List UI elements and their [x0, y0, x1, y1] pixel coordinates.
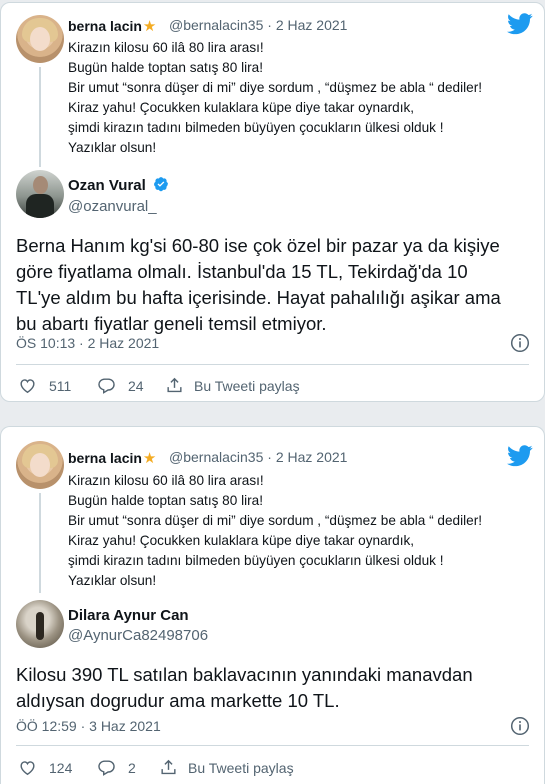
author-name-text[interactable]: Dilara Aynur Can [68, 607, 189, 624]
divider [16, 745, 529, 746]
quoted-author-name[interactable]: berna lacin★ [68, 17, 158, 35]
quoted-tweet-text: Kirazın kilosu 60 ilâ 80 lira arası! Bug… [68, 471, 482, 591]
share-icon [167, 377, 182, 393]
reply-author-name[interactable]: Ozan Vural [68, 176, 169, 194]
thread-line [39, 493, 41, 593]
share-label: Bu Tweeti paylaş [194, 377, 300, 394]
like-count: 124 [49, 759, 73, 776]
quoted-meta: @bernalacin35 · 2 Haz 2021 [169, 449, 347, 465]
avatar[interactable] [16, 600, 64, 648]
quoted-author-name[interactable]: berna lacin★ [68, 449, 158, 467]
reply-author-name[interactable]: Dilara Aynur Can [68, 607, 189, 624]
like-count: 511 [49, 377, 72, 394]
heart-icon [20, 379, 35, 394]
reply-tweet-text: Kilosu 390 TL satılan baklavacının yanın… [16, 662, 473, 714]
text-line: bu abartı fiyatlar geneli temsil etmiyor… [16, 313, 327, 334]
text-line: Bir umut “sonra düşer di mi” diye sordum… [68, 80, 483, 95]
like-button[interactable]: 124 [18, 758, 72, 777]
quoted-date[interactable]: 2 Haz 2021 [276, 449, 348, 465]
text-line: şimdi kirazın tadını bilmeden büyüyen ço… [68, 120, 444, 135]
reply-bubble-icon [98, 760, 115, 776]
author-name-text[interactable]: berna lacin [68, 450, 142, 466]
twitter-logo-icon[interactable] [507, 13, 533, 35]
quoted-handle[interactable]: @bernalacin35 [169, 17, 263, 33]
info-icon[interactable] [510, 716, 530, 736]
reply-button[interactable]: 2 [97, 758, 136, 777]
verified-badge-icon [154, 177, 168, 192]
quoted-meta: @bernalacin35 · 2 Haz 2021 [169, 17, 347, 33]
text-line: aldıysan dogrudur ama markette 10 TL. [16, 690, 340, 711]
reply-count: 24 [128, 377, 144, 394]
twitter-logo-icon[interactable] [507, 445, 533, 467]
reply-tweet-text: Berna Hanım kg'si 60-80 ise çok özel bir… [16, 233, 501, 337]
like-button[interactable]: 511 [18, 376, 71, 395]
star-badge-icon: ★ [142, 18, 157, 35]
text-line: Kiraz yahu! Çocukken kulaklara küpe diye… [68, 100, 415, 115]
text-line: Kilosu 390 TL satılan baklavacının yanın… [16, 664, 473, 685]
share-button[interactable]: Bu Tweeti paylaş [165, 376, 300, 395]
text-line: göre fiyatlama olmalı. İstanbul'da 15 TL… [16, 261, 468, 282]
thread-line [39, 67, 41, 167]
reply-button[interactable]: 24 [97, 376, 144, 395]
text-line: Kirazın kilosu 60 ilâ 80 lira arası! [68, 40, 264, 55]
quoted-date[interactable]: 2 Haz 2021 [276, 17, 348, 33]
reply-handle[interactable]: @AynurCa82498706 [68, 627, 208, 644]
reply-bubble-icon [98, 378, 115, 394]
reply-handle[interactable]: @ozanvural_ [68, 198, 157, 215]
separator: · [267, 449, 272, 465]
text-line: Kirazın kilosu 60 ilâ 80 lira arası! [68, 473, 264, 488]
avatar[interactable] [16, 170, 64, 218]
author-name-text[interactable]: Ozan Vural [68, 177, 146, 194]
reply-count: 2 [128, 759, 136, 776]
divider [16, 364, 529, 365]
avatar[interactable] [16, 15, 64, 63]
quoted-handle[interactable]: @bernalacin35 [169, 449, 263, 465]
star-badge-icon: ★ [142, 450, 157, 467]
text-line: Bir umut “sonra düşer di mi” diye sordum… [68, 513, 483, 528]
text-line: Berna Hanım kg'si 60-80 ise çok özel bir… [16, 235, 500, 256]
share-icon [161, 759, 176, 775]
separator: · [267, 17, 272, 33]
text-line: Kiraz yahu! Çocukken kulaklara küpe diye… [68, 533, 415, 548]
quoted-tweet-text: Kirazın kilosu 60 ilâ 80 lira arası! Bug… [68, 38, 482, 158]
info-icon[interactable] [510, 333, 530, 353]
tweet-card: berna lacin★ @bernalacin35 · 2 Haz 2021 … [0, 426, 545, 784]
tweet-timestamp[interactable]: ÖÖ 12:59 · 3 Haz 2021 [16, 718, 161, 734]
text-line: Yazıklar olsun! [68, 140, 157, 155]
share-label: Bu Tweeti paylaş [188, 759, 294, 776]
text-line: şimdi kirazın tadını bilmeden büyüyen ço… [68, 553, 444, 568]
heart-icon [20, 761, 35, 776]
tweet-timestamp[interactable]: ÖS 10:13 · 2 Haz 2021 [16, 335, 159, 351]
author-name-text[interactable]: berna lacin [68, 18, 142, 34]
text-line: Bugün halde toptan satış 80 lira! [68, 60, 263, 75]
avatar[interactable] [16, 441, 64, 489]
tweet-card: berna lacin★ @bernalacin35 · 2 Haz 2021 … [0, 2, 545, 402]
text-line: Yazıklar olsun! [68, 573, 157, 588]
text-line: TL'ye aldım bu hafta içerisinde. Hayat p… [16, 287, 501, 308]
text-line: Bugün halde toptan satış 80 lira! [68, 493, 263, 508]
share-button[interactable]: Bu Tweeti paylaş [159, 758, 294, 777]
